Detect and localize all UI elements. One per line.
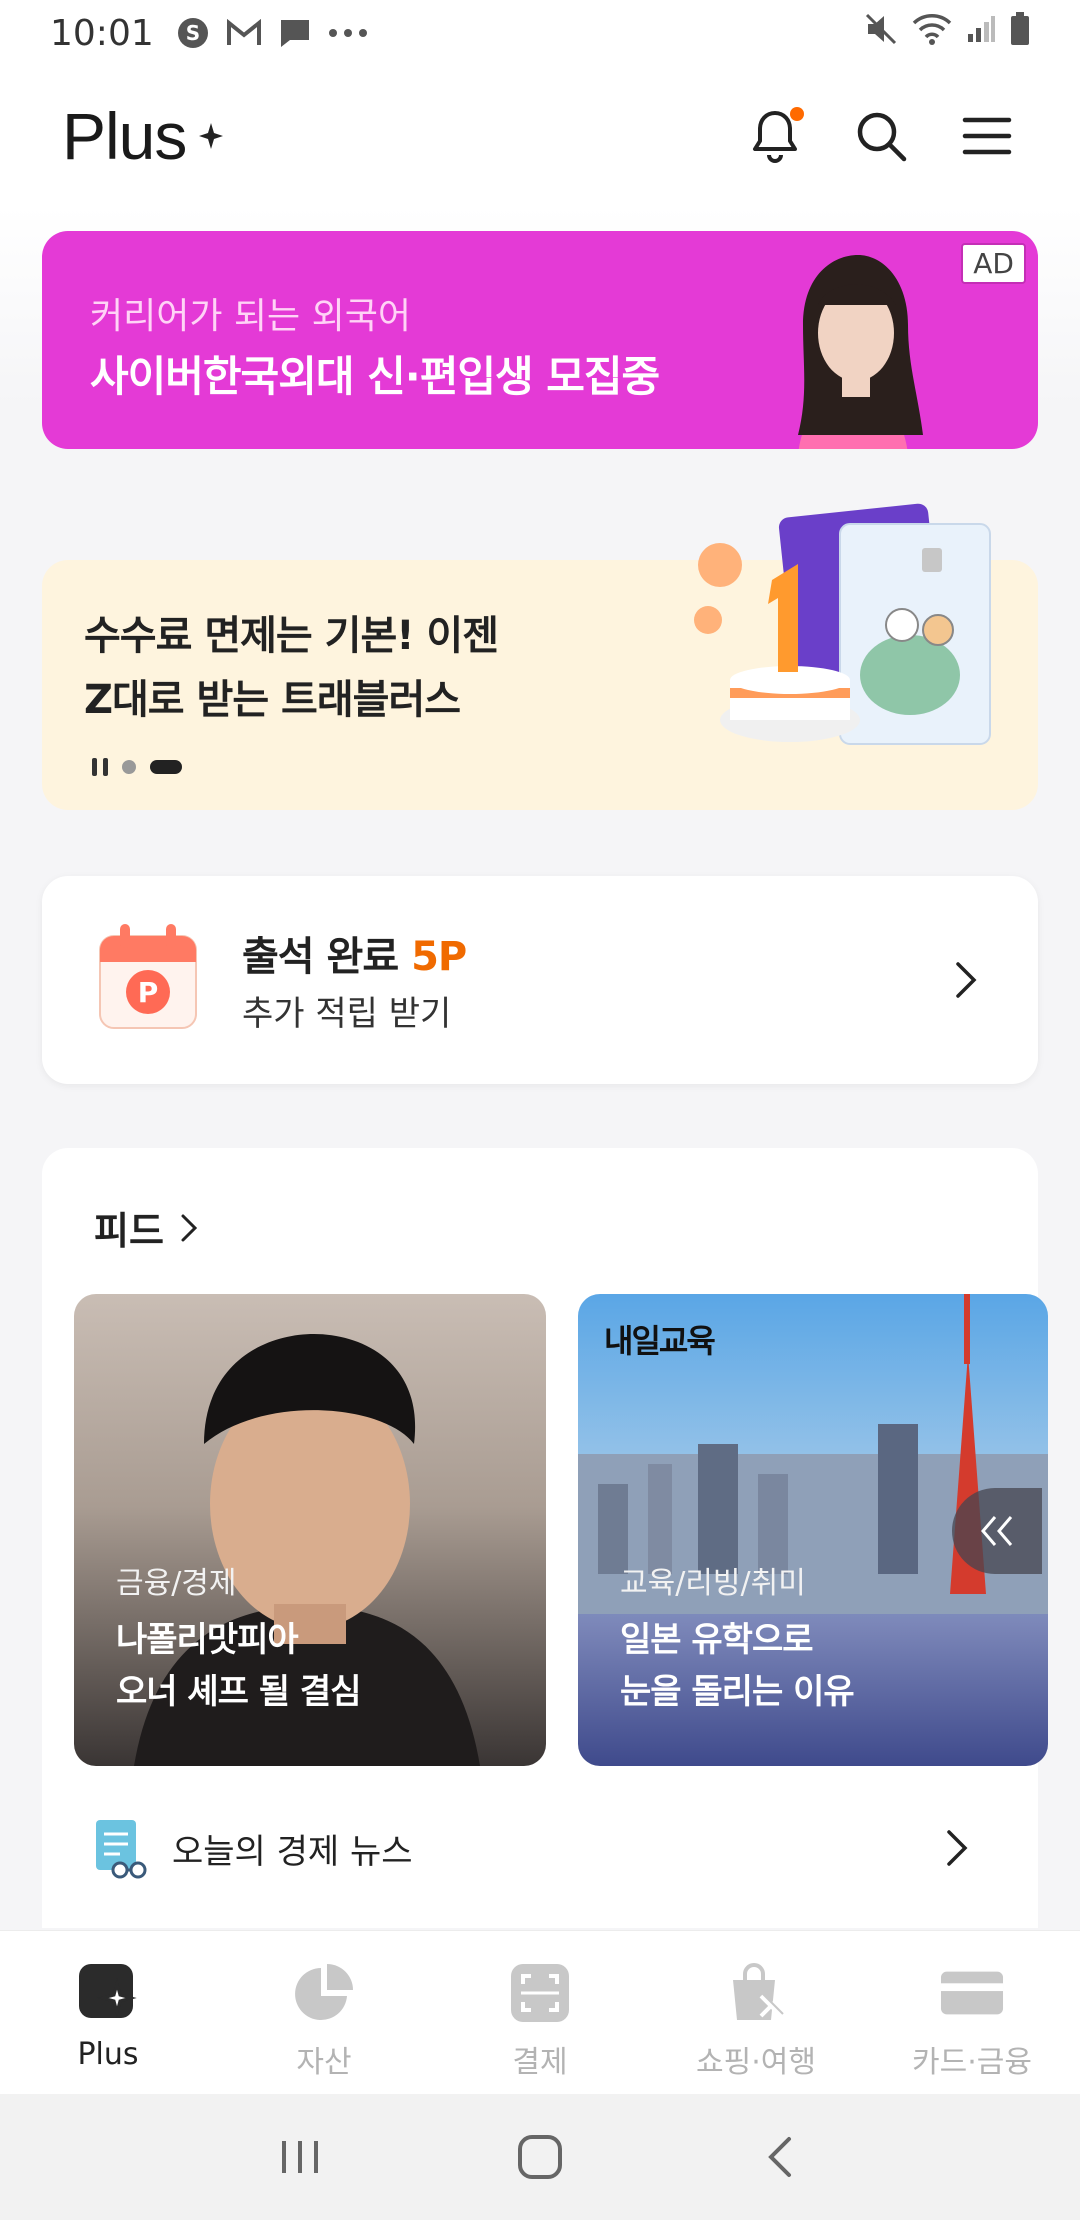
app-logo: Plus bbox=[62, 99, 187, 173]
notification-dot bbox=[790, 107, 804, 121]
nav-item-card[interactable]: 카드·금융 bbox=[864, 1931, 1080, 2094]
back-button[interactable] bbox=[740, 2127, 820, 2187]
nav-item-plus[interactable]: Plus bbox=[0, 1931, 216, 2094]
nav-label: Plus bbox=[77, 2037, 139, 2072]
pie-chart-icon bbox=[292, 1961, 356, 2025]
feed-card: 피드 금융/경제 나폴리맛피아 오너 셰프 될 결심 내일교육 교육/리빙/취미 bbox=[42, 1148, 1048, 1928]
nav-item-payment[interactable]: 결제 bbox=[432, 1931, 648, 2094]
chevron-right-icon bbox=[181, 1214, 198, 1241]
sparkle-icon bbox=[198, 121, 224, 151]
ad-badge: AD bbox=[961, 243, 1026, 284]
chevron-right-icon bbox=[956, 962, 977, 998]
nav-label: 자산 bbox=[296, 2045, 352, 2080]
hamburger-icon bbox=[962, 117, 1012, 155]
attendance-card[interactable]: P 출석 완료 5P 추가 적립 받기 bbox=[42, 876, 1038, 1084]
feed-headline-line-2: 눈을 돌리는 이유 bbox=[620, 1672, 855, 1712]
promo-line-2: Z대로 받는 트래블러스 bbox=[84, 677, 461, 723]
feed-title: 피드 bbox=[94, 1209, 164, 1253]
back-icon bbox=[768, 2137, 791, 2177]
more-dots-icon bbox=[328, 28, 368, 38]
battery-icon bbox=[1010, 11, 1030, 55]
feed-category: 금융/경제 bbox=[116, 1566, 237, 1601]
economy-news-label: 오늘의 경제 뉴스 bbox=[172, 1831, 413, 1872]
bottom-nav: Plus 자산 결제 쇼핑·여행 카드·금융 bbox=[0, 1930, 1080, 2094]
feed-headline: 나폴리맛피아 오너 셰프 될 결심 bbox=[116, 1614, 361, 1718]
s-app-icon: S bbox=[176, 16, 210, 50]
menu-button[interactable] bbox=[956, 105, 1018, 167]
double-chevron-left-icon bbox=[981, 1516, 1013, 1546]
promo-line-1: 수수료 면제는 기본! 이젠 bbox=[84, 613, 499, 659]
pager-dot[interactable] bbox=[122, 760, 136, 774]
wifi-icon bbox=[912, 13, 952, 54]
home-button[interactable] bbox=[500, 2127, 580, 2187]
chevron-right-icon bbox=[947, 1830, 968, 1866]
shopping-bag-icon bbox=[724, 1961, 788, 2025]
card-icon bbox=[940, 1961, 1004, 2025]
attendance-title: 출석 완료 5P bbox=[242, 924, 467, 982]
collapse-side-button[interactable] bbox=[952, 1488, 1042, 1574]
pager-dot-active[interactable] bbox=[150, 760, 182, 774]
calendar-points-icon: P bbox=[99, 924, 197, 1029]
ad-title: 사이버한국외대 신·편입생 모집중 bbox=[90, 352, 660, 401]
status-time: 10:01 bbox=[50, 12, 154, 54]
attendance-status: 출석 완료 bbox=[242, 934, 399, 980]
app-header: Plus bbox=[0, 66, 1080, 206]
feed-brand: 내일교육 bbox=[604, 1322, 716, 1360]
promo-card-illustration bbox=[694, 503, 991, 745]
newspaper-glasses-icon bbox=[96, 1820, 147, 1879]
feed-headline-line-1: 일본 유학으로 bbox=[620, 1620, 814, 1660]
pause-icon[interactable] bbox=[92, 758, 108, 776]
svg-text:P: P bbox=[138, 976, 159, 1009]
notification-button[interactable] bbox=[744, 105, 806, 167]
promo-pager bbox=[92, 758, 182, 776]
ad-model-image bbox=[798, 255, 923, 449]
nav-item-shopping[interactable]: 쇼핑·여행 bbox=[648, 1931, 864, 2094]
scan-icon bbox=[508, 1961, 572, 2025]
home-icon bbox=[518, 2135, 562, 2179]
nav-label: 쇼핑·여행 bbox=[696, 2045, 816, 2080]
economy-news-row[interactable]: 오늘의 경제 뉴스 bbox=[84, 1808, 998, 1888]
nav-label: 결제 bbox=[512, 2045, 568, 2080]
message-icon bbox=[278, 17, 312, 49]
gmail-icon bbox=[226, 19, 262, 47]
feed-headline-line-1: 나폴리맛피아 bbox=[116, 1620, 299, 1660]
status-bar: 10:01 S bbox=[0, 0, 1080, 66]
feed-category: 교육/리빙/취미 bbox=[620, 1566, 806, 1601]
nav-item-assets[interactable]: 자산 bbox=[216, 1931, 432, 2094]
promo-title: 수수료 면제는 기본! 이젠 Z대로 받는 트래블러스 bbox=[84, 604, 499, 732]
recent-apps-button[interactable] bbox=[260, 2127, 340, 2187]
signal-icon bbox=[966, 13, 996, 53]
search-icon bbox=[857, 112, 907, 162]
feed-headline: 일본 유학으로 눈을 돌리는 이유 bbox=[620, 1614, 855, 1718]
feed-headline-line-2: 오너 셰프 될 결심 bbox=[116, 1672, 361, 1712]
search-button[interactable] bbox=[850, 105, 912, 167]
nav-label: 카드·금융 bbox=[912, 2045, 1032, 2080]
system-nav-bar bbox=[0, 2094, 1080, 2220]
recent-apps-icon bbox=[282, 2141, 318, 2173]
feed-item[interactable]: 금융/경제 나폴리맛피아 오너 셰프 될 결심 bbox=[74, 1294, 546, 1766]
ad-banner[interactable]: 커리어가 되는 외국어 사이버한국외대 신·편입생 모집중 AD bbox=[42, 231, 1038, 449]
feed-header[interactable]: 피드 bbox=[94, 1200, 198, 1255]
mute-icon bbox=[864, 12, 898, 55]
ad-subtitle: 커리어가 되는 외국어 bbox=[90, 296, 411, 337]
attendance-subtitle: 추가 적립 받기 bbox=[242, 994, 452, 1034]
plus-star-icon bbox=[76, 1961, 140, 2025]
attendance-points: 5P bbox=[411, 934, 467, 980]
svg-text:S: S bbox=[186, 21, 200, 45]
